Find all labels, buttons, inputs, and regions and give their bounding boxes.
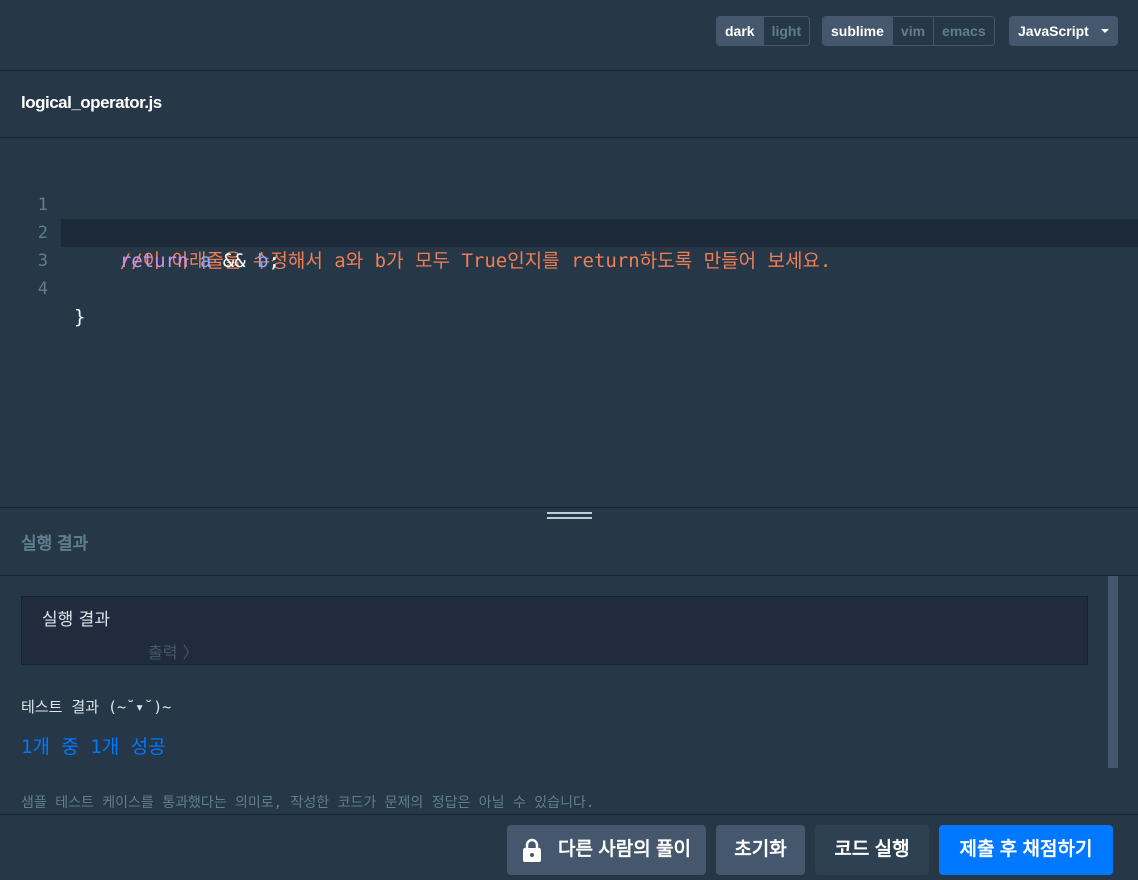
code-token: } bbox=[74, 306, 86, 328]
result-scrollbar[interactable] bbox=[1108, 576, 1118, 768]
language-select-label: JavaScript bbox=[1018, 23, 1089, 39]
test-result-label: 테스트 결과 (~˘▾˘)~ bbox=[21, 698, 172, 716]
keymap-option-sublime[interactable]: sublime bbox=[823, 17, 892, 45]
view-others-solutions-button[interactable]: 다른 사람의 풀이 bbox=[507, 825, 706, 875]
theme-switcher: dark light bbox=[716, 16, 811, 46]
reset-button[interactable]: 초기화 bbox=[716, 825, 805, 875]
view-others-solutions-label: 다른 사람의 풀이 bbox=[558, 839, 691, 860]
file-name: logical_operator.js bbox=[21, 93, 162, 112]
caret-down-icon bbox=[1101, 29, 1109, 33]
test-result-summary: 1개 중 1개 성공 bbox=[21, 736, 166, 758]
keymap-option-emacs[interactable]: emacs bbox=[933, 17, 994, 45]
resize-handle-icon[interactable] bbox=[547, 512, 592, 524]
theme-option-light[interactable]: light bbox=[762, 17, 810, 45]
code-line-2[interactable]: 2 //이 아래줄을 수정해서 a와 b가 모두 True인지를 return하… bbox=[0, 191, 1138, 272]
run-code-button[interactable]: 코드 실행 bbox=[815, 825, 929, 875]
run-output-text: 출력 〉 bbox=[148, 643, 199, 662]
footer-actions: 다른 사람의 풀이 초기화 코드 실행 제출 후 채점하기 bbox=[0, 814, 1138, 880]
code-line-3[interactable]: return a && b; bbox=[61, 219, 1138, 272]
code-line-1[interactable]: 1 function solution(a,b){ bbox=[0, 163, 1138, 244]
run-output-box: 실행 결과 출력 〉 bbox=[21, 596, 1088, 665]
lock-icon bbox=[523, 838, 541, 862]
code-line-4[interactable]: 4 } bbox=[0, 247, 1138, 328]
file-header: logical_operator.js bbox=[0, 71, 1138, 138]
keymap-option-vim[interactable]: vim bbox=[891, 17, 933, 45]
theme-option-dark[interactable]: dark bbox=[717, 17, 763, 45]
result-title: 실행 결과 bbox=[21, 534, 89, 553]
keymap-switcher: sublime vim emacs bbox=[822, 16, 995, 46]
code-editor[interactable]: 1 function solution(a,b){ 2 //이 아래줄을 수정해… bbox=[0, 138, 1138, 508]
line-number: 4 bbox=[37, 279, 48, 299]
submit-button[interactable]: 제출 후 채점하기 bbox=[939, 825, 1113, 875]
sample-test-note: 샘플 테스트 케이스를 통과했다는 의미로, 작성한 코드가 문제의 정답은 아… bbox=[21, 795, 595, 811]
run-output-label: 실행 결과 bbox=[42, 610, 110, 630]
editor-toolbar: dark light sublime vim emacs JavaScript bbox=[0, 0, 1138, 71]
language-select[interactable]: JavaScript bbox=[1009, 16, 1118, 46]
result-panel: 실행 결과 출력 〉 테스트 결과 (~˘▾˘)~ 1개 중 1개 성공 샘플 … bbox=[0, 576, 1138, 814]
